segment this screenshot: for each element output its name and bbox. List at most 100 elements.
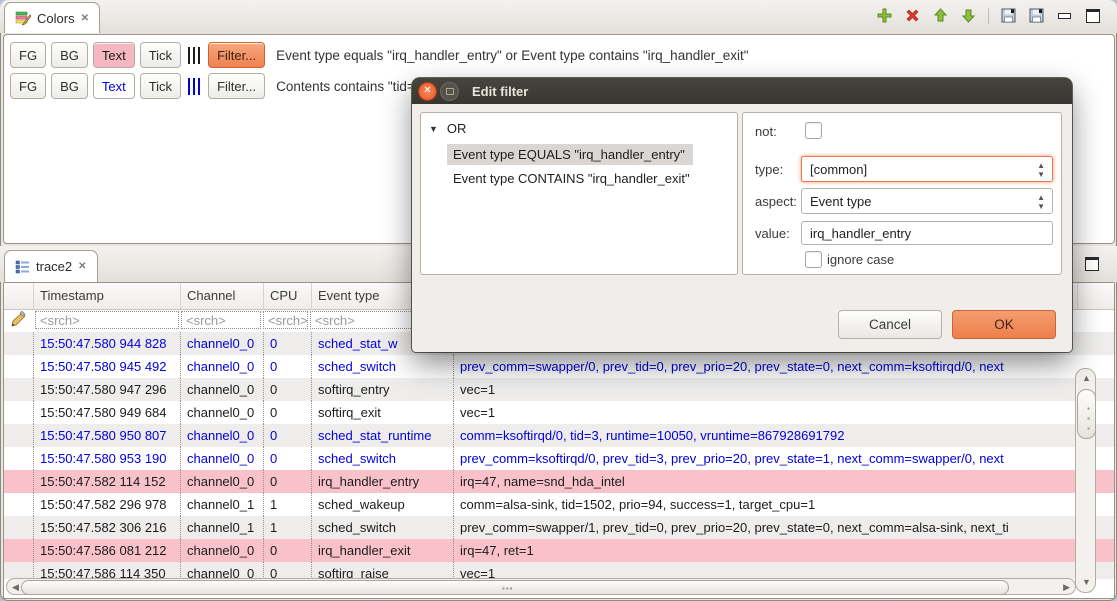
column-header[interactable]: [4, 283, 34, 309]
event-type-cell: sched_switch: [312, 516, 454, 539]
spinner-arrows-icon[interactable]: ▲▼: [1037, 161, 1045, 179]
table-row[interactable]: 15:50:47.580 947 296channel0_00softirq_e…: [4, 378, 1114, 401]
scroll-right-icon[interactable]: ▶: [1063, 583, 1070, 592]
filter-row: FG BG Text Tick Filter... Contents conta…: [10, 72, 427, 100]
table-row[interactable]: 15:50:47.580 950 807channel0_00sched_sta…: [4, 424, 1114, 447]
spinner-arrows-icon[interactable]: ▲▼: [1037, 193, 1045, 211]
table-row[interactable]: 15:50:47.582 114 152channel0_00irq_handl…: [4, 470, 1114, 493]
not-checkbox[interactable]: [805, 122, 822, 139]
contents-cell: prev_comm=swapper/1, prev_tid=0, prev_pr…: [454, 516, 1078, 539]
fg-color-button[interactable]: FG: [10, 73, 46, 99]
contents-cell: vec=1: [454, 378, 1078, 401]
value-input[interactable]: [801, 221, 1053, 245]
table-row[interactable]: 15:50:47.586 081 212channel0_00irq_handl…: [4, 539, 1114, 562]
row-gutter: [4, 424, 34, 447]
event-type-cell: softirq_exit: [312, 401, 454, 424]
bg-color-button[interactable]: BG: [51, 73, 88, 99]
tree-expander-icon[interactable]: ▼: [429, 124, 438, 134]
table-row[interactable]: 15:50:47.586 114 350channel0_00softirq_r…: [4, 562, 1114, 579]
scroll-down-icon[interactable]: ▼: [1082, 578, 1091, 587]
row-gutter: [4, 355, 34, 378]
dialog-maximize-icon[interactable]: [441, 83, 458, 100]
search-input[interactable]: <srch>: [35, 311, 179, 329]
tree-node-selected[interactable]: Event type EQUALS "irq_handler_entry": [447, 144, 693, 165]
timestamp-cell: 15:50:47.586 081 212: [34, 539, 181, 562]
contents-cell: irq=47, name=snd_hda_intel: [454, 470, 1078, 493]
event-type-cell: irq_handler_entry: [312, 470, 454, 493]
tree-node-label: Event type CONTAINS "irq_handler_exit": [453, 171, 690, 186]
tick-color-button[interactable]: Tick: [140, 73, 181, 99]
type-select[interactable]: [common] ▲▼: [801, 156, 1053, 182]
maximize-view-button[interactable]: [1084, 7, 1101, 24]
cpu-cell: 0: [264, 447, 312, 470]
table-row[interactable]: 15:50:47.580 949 684channel0_00softirq_e…: [4, 401, 1114, 424]
aspect-select[interactable]: Event type ▲▼: [801, 188, 1053, 214]
cancel-button[interactable]: Cancel: [838, 310, 942, 339]
row-gutter: [4, 562, 34, 579]
move-up-button[interactable]: [932, 7, 949, 24]
tree-node-label: Event type EQUALS "irq_handler_entry": [453, 147, 685, 162]
scroll-up-icon[interactable]: ▲: [1082, 374, 1091, 383]
maximize-events-view-button[interactable]: [1083, 255, 1100, 272]
table-row[interactable]: 15:50:47.580 945 492channel0_00sched_swi…: [4, 355, 1114, 378]
vertical-scrollbar[interactable]: ▲ ▪▪▪ ▼: [1075, 368, 1096, 593]
tree-node-or[interactable]: ▼ OR: [429, 121, 466, 136]
export-filters-button[interactable]: [1000, 7, 1017, 24]
column-header[interactable]: Channel: [181, 283, 264, 309]
tab-colors[interactable]: Colors ✕: [4, 2, 100, 33]
column-header[interactable]: Timestamp: [34, 283, 181, 309]
dialog-titlebar[interactable]: ✕ Edit filter: [412, 78, 1072, 104]
event-type-cell: sched_wakeup: [312, 493, 454, 516]
minimize-view-button[interactable]: [1056, 7, 1073, 24]
tick-color-button[interactable]: Tick: [140, 42, 181, 68]
ok-button[interactable]: OK: [952, 310, 1056, 339]
table-row[interactable]: 15:50:47.582 306 216channel0_11sched_swi…: [4, 516, 1114, 539]
add-filter-button[interactable]: [876, 7, 893, 24]
scroll-left-icon[interactable]: ◀: [12, 583, 19, 592]
fg-color-button[interactable]: FG: [10, 42, 46, 68]
horizontal-scrollbar[interactable]: ◀ ▪▪▪ ▶: [6, 578, 1076, 595]
cpu-cell: 0: [264, 539, 312, 562]
import-filters-button[interactable]: [1028, 7, 1045, 24]
ignore-case-label: ignore case: [827, 252, 894, 267]
timestamp-cell: 15:50:47.580 950 807: [34, 424, 181, 447]
search-pencil-icon: [9, 311, 26, 333]
filter-button[interactable]: Filter...: [208, 42, 265, 68]
search-input[interactable]: <srch>: [181, 311, 261, 329]
tab-colors-close-icon[interactable]: ✕: [81, 13, 89, 24]
filter-properties-panel: not: type: [common] ▲▼ aspect: Event typ…: [742, 112, 1062, 275]
colors-toolbar: [876, 7, 1101, 24]
timestamp-cell: 15:50:47.580 953 190: [34, 447, 181, 470]
cpu-cell: 1: [264, 516, 312, 539]
channel-cell: channel0_1: [181, 516, 264, 539]
colors-palette-icon: [15, 10, 31, 26]
channel-cell: channel0_0: [181, 355, 264, 378]
channel-cell: channel0_1: [181, 493, 264, 516]
row-gutter: [4, 332, 34, 355]
table-row[interactable]: 15:50:47.580 953 190channel0_00sched_swi…: [4, 447, 1114, 470]
text-swatch-button[interactable]: Text: [93, 73, 135, 99]
dialog-close-icon[interactable]: ✕: [419, 83, 436, 100]
ignore-case-checkbox[interactable]: [805, 251, 822, 268]
tree-node[interactable]: Event type CONTAINS "irq_handler_exit": [447, 168, 698, 189]
tab-trace2[interactable]: trace2 ✕: [4, 250, 98, 282]
channel-cell: channel0_0: [181, 424, 264, 447]
dialog-title: Edit filter: [472, 84, 528, 99]
cpu-cell: 0: [264, 424, 312, 447]
timestamp-cell: 15:50:47.582 114 152: [34, 470, 181, 493]
tab-trace2-close-icon[interactable]: ✕: [78, 261, 86, 272]
bg-color-button[interactable]: BG: [51, 42, 88, 68]
horizontal-scrollbar-thumb[interactable]: ▪▪▪: [21, 580, 1009, 595]
move-down-button[interactable]: [960, 7, 977, 24]
search-input[interactable]: <srch>: [263, 311, 308, 329]
column-header[interactable]: CPU: [264, 283, 312, 309]
channel-cell: channel0_0: [181, 470, 264, 493]
event-type-cell: sched_switch: [312, 355, 454, 378]
filter-button[interactable]: Filter...: [208, 73, 265, 99]
contents-cell: irq=47, ret=1: [454, 539, 1078, 562]
table-row[interactable]: 15:50:47.582 296 978channel0_11sched_wak…: [4, 493, 1114, 516]
text-swatch-button[interactable]: Text: [93, 42, 135, 68]
channel-cell: channel0_0: [181, 562, 264, 579]
delete-filter-button[interactable]: [904, 7, 921, 24]
vertical-scrollbar-thumb[interactable]: ▪▪▪: [1077, 389, 1096, 439]
